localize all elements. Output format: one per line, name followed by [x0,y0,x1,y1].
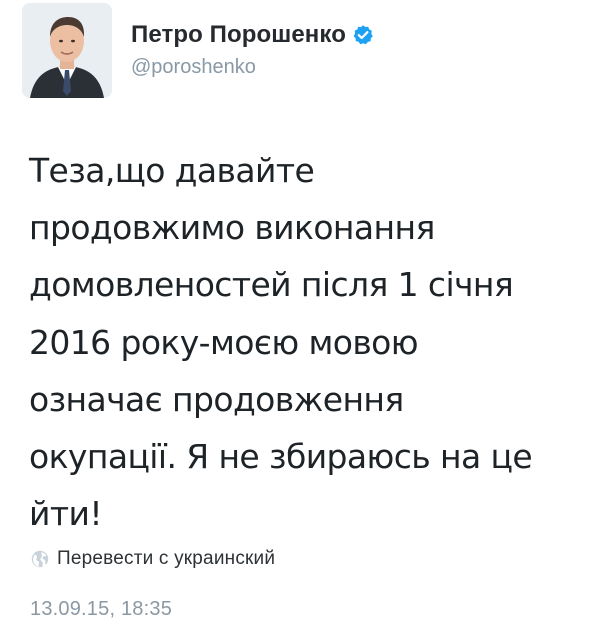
author-avatar[interactable] [22,3,112,98]
tweet-timestamp[interactable]: 13.09.15, 18:35 [30,598,172,621]
translate-link[interactable]: Перевести с украинский [31,548,275,570]
verified-badge-icon [352,24,374,46]
tweet-text-line: 2016 року-моєю мовою [29,322,419,362]
tweet-text-line: продовжимо виконання [29,208,435,248]
author-display-name[interactable]: Петро Порошенко [131,21,346,49]
tweet-text-line: окупації. Я не збираюсь на це [29,437,533,477]
tweet-text-line: означає продовження [29,379,404,419]
tweet-text-line: йти! [29,494,103,534]
globe-icon [31,550,49,568]
tweet-text-line: Теза,що давайте [29,151,315,190]
tweet-card: Петро Порошенко @poroshenko Теза,що дава… [0,0,599,643]
author-name-row: Петро Порошенко [131,20,374,50]
translate-label: Перевести с украинский [57,548,276,569]
tweet-text-line: домовленостей після 1 січня [29,265,514,305]
author-handle[interactable]: @poroshenko [131,56,256,79]
person-photo-icon [22,3,112,98]
tweet-text: Теза,що давайте продовжимо виконання дом… [29,142,584,542]
